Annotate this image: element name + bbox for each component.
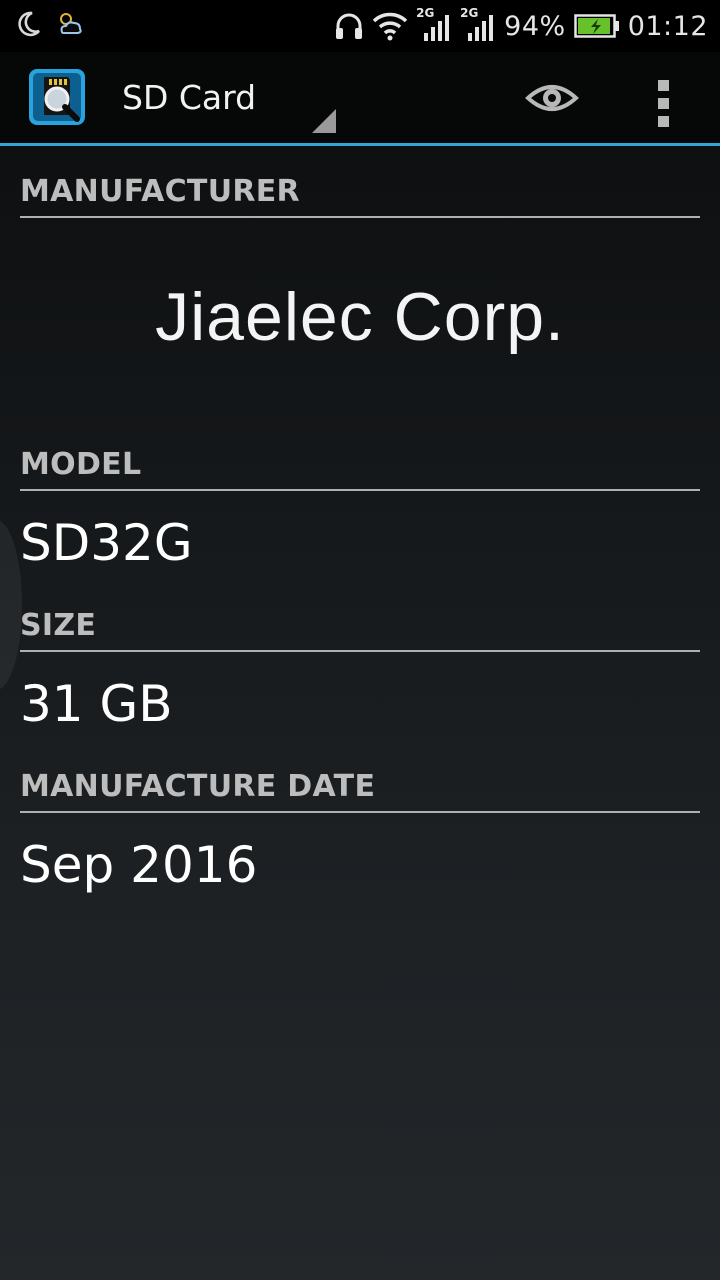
action-bar-divider	[0, 143, 720, 146]
signal-bars-icon	[424, 15, 450, 41]
moon-icon	[18, 11, 40, 37]
size-value: 31 GB	[20, 675, 173, 733]
eye-icon	[525, 85, 579, 111]
spinner-title: SD Card	[122, 78, 257, 117]
manufacture-date-divider	[20, 811, 700, 813]
wifi-icon	[372, 12, 408, 41]
manufacturer-logo: Jiaelec Corp.	[155, 279, 565, 355]
sd-card-search-app-icon[interactable]	[28, 68, 86, 126]
status-right-icons: 2G 2G 94% 01:12	[334, 0, 708, 52]
manufacturer-divider	[20, 216, 700, 218]
battery-charging-icon	[573, 14, 619, 38]
overflow-menu-icon	[658, 98, 669, 109]
clock: 01:12	[627, 10, 708, 42]
headphones-icon	[336, 13, 363, 39]
manufacture-date-header: MANUFACTURE DATE	[20, 769, 376, 804]
status-bar: 2G 2G 94% 01:12	[0, 0, 720, 52]
action-bar: SD Card	[0, 52, 720, 143]
spinner-dropdown-icon	[312, 109, 336, 133]
signal-bars-icon	[468, 15, 494, 41]
device-spinner[interactable]: SD Card	[110, 52, 338, 143]
manufacture-date-value: Sep 2016	[20, 836, 258, 894]
model-value: SD32G	[20, 514, 193, 572]
signal-icon-sim2: 2G	[460, 6, 496, 43]
size-header: SIZE	[20, 608, 97, 643]
view-button[interactable]	[518, 72, 586, 124]
size-divider	[20, 650, 700, 652]
status-left-icons	[16, 10, 84, 38]
model-header: MODEL	[20, 447, 142, 482]
overflow-menu-button[interactable]	[640, 70, 688, 127]
signal-icon-sim1: 2G	[416, 6, 452, 43]
overflow-menu-icon	[658, 116, 669, 127]
weather-icon	[60, 13, 82, 34]
edge-shade	[0, 520, 22, 690]
model-divider	[20, 489, 700, 491]
manufacturer-header: MANUFACTURER	[20, 174, 300, 209]
battery-percent: 94%	[504, 10, 566, 42]
overflow-menu-icon	[658, 80, 669, 91]
